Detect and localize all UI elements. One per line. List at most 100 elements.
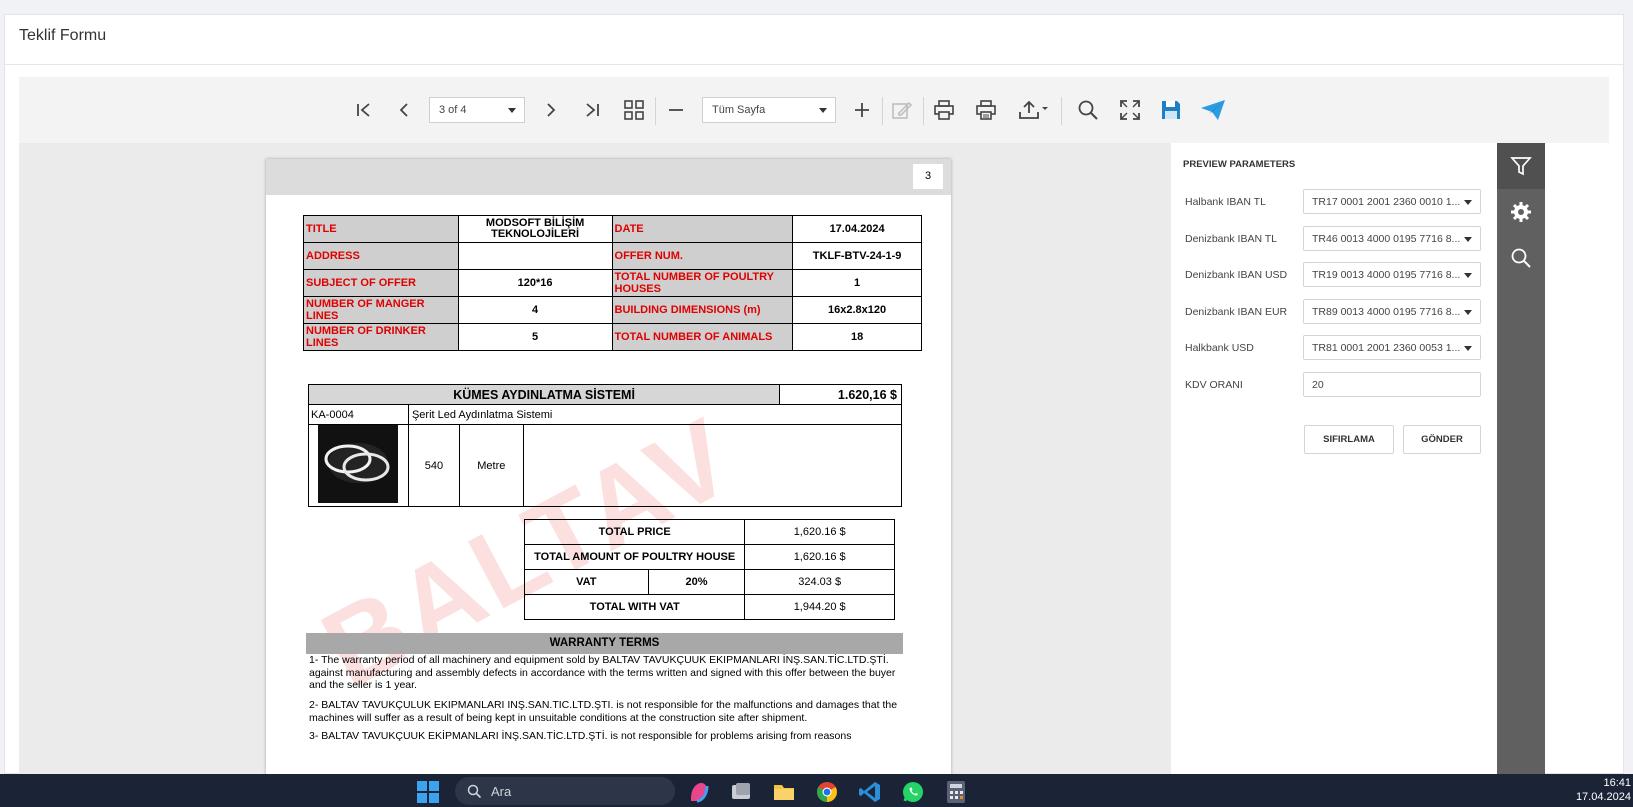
info-label: ADDRESS: [303, 242, 459, 270]
kdv-input[interactable]: 20: [1303, 372, 1481, 397]
table-row: TOTAL PRICE 1,620.16 $: [523, 519, 895, 545]
search-button[interactable]: [1073, 77, 1103, 143]
param-select-halkbank-usd[interactable]: TR81 0001 2001 2360 0053 1...: [1303, 335, 1481, 360]
search-icon: [1511, 248, 1531, 268]
file-explorer-app[interactable]: [770, 778, 798, 806]
page-number: 3: [913, 164, 943, 189]
info-value: 120*16: [457, 269, 613, 297]
info-value: 17.04.2024: [792, 215, 922, 243]
zoom-out-button[interactable]: [661, 77, 691, 143]
save-icon: [1162, 101, 1180, 119]
info-label: NUMBER OF MANGER LINES: [303, 296, 459, 324]
page-select-value: 3 of 4: [439, 104, 467, 116]
plus-icon: [855, 103, 869, 117]
info-label: OFFER NUM.: [611, 242, 794, 270]
param-select-denizbank-usd[interactable]: TR19 0013 4000 0195 7716 8...: [1303, 262, 1481, 287]
table-row: 540 Metre: [308, 424, 903, 507]
product-code: KA-0004: [308, 404, 409, 425]
info-value: TKLF-BTV-24-1-9: [792, 242, 922, 270]
section-price: 1.620,16 $: [779, 384, 902, 405]
chrome-app[interactable]: [813, 778, 841, 806]
param-value: TR81 0001 2001 2360 0053 1...: [1312, 342, 1461, 354]
offer-info-table: TITLE MODSOFT BİLİŞİM TEKNOLOJİLERİ DATE…: [303, 215, 922, 351]
search-tab[interactable]: [1497, 235, 1545, 281]
panel-title: PREVIEW PARAMETERS: [1183, 159, 1296, 170]
zoom-select[interactable]: Tüm Sayfa: [702, 97, 836, 123]
fullscreen-button[interactable]: [1115, 77, 1145, 143]
export-icon: [1019, 100, 1048, 119]
calculator-app[interactable]: [942, 778, 970, 806]
report-viewer[interactable]: 3 BALTAV TITLE MODSOFT BİLİŞİM TEKNOLOJİ…: [19, 143, 1171, 775]
info-value: 5: [457, 323, 613, 351]
first-page-button[interactable]: [349, 77, 379, 143]
settings-tab[interactable]: [1497, 189, 1545, 235]
param-value: TR17 0001 2001 2360 0010 1...: [1312, 196, 1461, 208]
info-label: SUBJECT OF OFFER: [303, 269, 459, 297]
table-row: TOTAL AMOUNT OF POULTRY HOUSE 1,620.16 $: [523, 544, 895, 570]
param-value: TR19 0013 4000 0195 7716 8...: [1312, 269, 1461, 281]
divider: [655, 97, 656, 125]
param-select-denizbank-eur[interactable]: TR89 0013 4000 0195 7716 8...: [1303, 299, 1481, 324]
info-label: TITLE: [303, 215, 459, 243]
product-quantity: 540: [407, 424, 460, 507]
filter-tab[interactable]: [1497, 143, 1545, 189]
info-value: 16x2.8x120: [792, 296, 922, 324]
page-title: Teklif Formu: [19, 27, 107, 44]
search-icon: [1078, 100, 1098, 120]
vscode-icon: [859, 782, 880, 802]
total-price-label: TOTAL PRICE: [523, 519, 746, 545]
table-row: KA-0004 Şerit Led Aydınlatma Sistemi: [308, 404, 903, 425]
print-page-icon: [976, 100, 996, 120]
table-row: TITLE MODSOFT BİLİŞİM TEKNOLOJİLERİ DATE…: [303, 215, 922, 243]
taskbar-search[interactable]: Ara: [455, 777, 675, 805]
reset-button[interactable]: SIFIRLAMA: [1304, 425, 1394, 454]
whatsapp-app[interactable]: [899, 778, 927, 806]
led-strip-image: [318, 425, 399, 503]
last-page-icon: [586, 103, 599, 117]
page-header: 3: [266, 159, 951, 195]
vat-amount: 324.03 $: [744, 569, 895, 595]
param-value: TR46 0013 4000 0195 7716 8...: [1312, 233, 1461, 245]
param-select-denizbank-tl[interactable]: TR46 0013 4000 0195 7716 8...: [1303, 226, 1481, 251]
zoom-in-button[interactable]: [847, 77, 877, 143]
grid-icon: [624, 100, 644, 120]
param-select-halbank-tl[interactable]: TR17 0001 2001 2360 0010 1...: [1303, 189, 1481, 214]
info-value: [457, 242, 613, 270]
submit-button[interactable]: GÖNDER: [1403, 425, 1481, 454]
info-label: TOTAL NUMBER OF ANIMALS: [611, 323, 794, 351]
task-view[interactable]: [727, 778, 755, 806]
save-button[interactable]: [1156, 77, 1186, 143]
print-button[interactable]: [929, 77, 959, 143]
next-page-button[interactable]: [536, 77, 566, 143]
start-button[interactable]: [414, 778, 442, 806]
total-house-label: TOTAL AMOUNT OF POULTRY HOUSE: [523, 544, 746, 570]
system-clock: 16:41 17.04.2024: [1576, 776, 1631, 804]
table-row: NUMBER OF MANGER LINES 4 BUILDING DIMENS…: [303, 296, 922, 324]
search-placeholder: Ara: [491, 784, 512, 799]
clock-time: 16:41: [1603, 777, 1631, 789]
edit-fields-button[interactable]: [887, 77, 917, 143]
multipage-button[interactable]: [619, 77, 649, 143]
chevron-down-icon: [1464, 346, 1472, 351]
page-select[interactable]: 3 of 4: [429, 97, 525, 123]
print-page-button[interactable]: [971, 77, 1001, 143]
warranty-term-3: 3- BALTAV TAVUKÇUUK EKİPMANLARI İNŞ.SAN.…: [309, 730, 852, 742]
chevron-down-icon: [1464, 310, 1472, 315]
total-house-value: 1,620.16 $: [744, 544, 895, 570]
last-page-button[interactable]: [577, 77, 607, 143]
vscode-app[interactable]: [856, 778, 884, 806]
export-button[interactable]: [1013, 77, 1053, 143]
viewer-toolbar: 3 of 4 Tüm Sayfa: [19, 77, 1609, 143]
edit-icon: [892, 101, 913, 119]
chevron-down-icon: [1464, 237, 1472, 242]
empty-cell: [522, 424, 903, 507]
copilot-app[interactable]: [685, 778, 713, 806]
send-button[interactable]: [1197, 77, 1229, 143]
prev-page-button[interactable]: [389, 77, 419, 143]
gear-icon: [1511, 202, 1531, 222]
warranty-term-1: 1- The warranty period of all machinery …: [309, 654, 896, 691]
folder-icon: [774, 785, 794, 800]
info-value: 1: [792, 269, 922, 297]
chevron-down-icon: [508, 108, 516, 113]
info-label: BUILDING DIMENSIONS (m): [611, 296, 794, 324]
